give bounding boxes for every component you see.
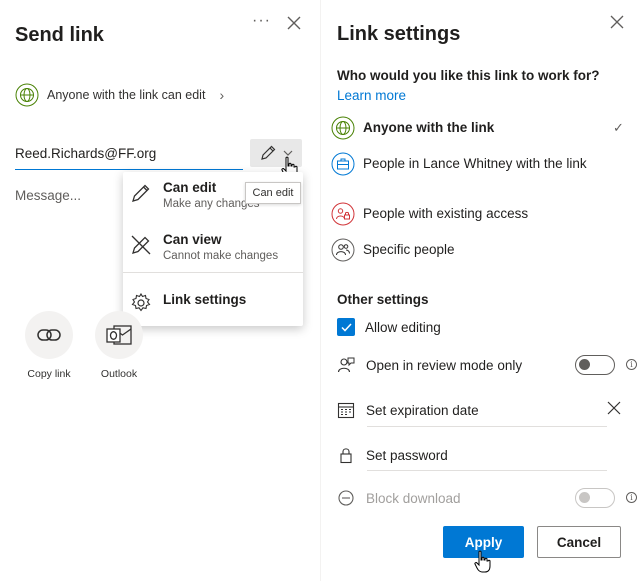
more-options-button[interactable]: ···: [252, 12, 271, 30]
menu-item-subtitle: Cannot make changes: [163, 250, 279, 262]
outlook-icon: [106, 325, 132, 345]
send-link-panel: Send link ··· Anyone with the link can e…: [0, 0, 320, 581]
menu-item-can-view[interactable]: Can view Cannot make changes: [123, 232, 303, 262]
audience-question: Who would you like this link to work for…: [337, 68, 600, 83]
copy-link-button[interactable]: Copy link: [19, 311, 79, 380]
expiration-date-row: Set expiration date: [337, 399, 627, 421]
no-edit-icon: [131, 235, 151, 255]
info-icon[interactable]: i: [626, 359, 637, 370]
pencil-icon: [260, 145, 275, 160]
close-icon[interactable]: [609, 14, 625, 30]
allow-editing-checkbox[interactable]: Allow editing: [337, 318, 627, 336]
review-mode-label: Open in review mode only: [366, 357, 523, 373]
allow-editing-label: Allow editing: [365, 319, 441, 335]
close-icon[interactable]: [285, 14, 303, 32]
option-organization[interactable]: People in Lance Whitney with the link: [321, 152, 638, 176]
checkmark-icon: ✓: [613, 120, 624, 135]
expiration-underline: [367, 426, 607, 427]
lock-icon: [340, 448, 352, 464]
option-label: Specific people: [363, 242, 455, 257]
link-scope-text: Anyone with the link can edit: [47, 88, 206, 102]
option-existing-access[interactable]: People with existing access: [321, 202, 638, 226]
menu-divider: [123, 272, 303, 273]
cursor-hand-icon: [474, 550, 491, 573]
link-settings-title: Link settings: [337, 23, 461, 45]
share-app-label: Outlook: [100, 368, 138, 380]
info-icon[interactable]: i: [626, 492, 637, 503]
menu-item-link-settings[interactable]: Link settings: [123, 290, 303, 314]
menu-item-title: Can view: [163, 232, 222, 247]
review-mode-icon: [337, 357, 355, 373]
message-input[interactable]: Message...: [15, 188, 81, 203]
globe-icon: [331, 116, 355, 140]
send-link-title: Send link: [15, 24, 104, 46]
block-download-label: Block download: [366, 490, 461, 506]
password-underline: [367, 470, 607, 471]
option-label: People in Lance Whitney with the link: [363, 156, 587, 171]
globe-icon: [15, 83, 39, 107]
briefcase-icon: [331, 152, 355, 176]
link-scope-selector[interactable]: Anyone with the link can edit ›: [15, 82, 224, 108]
option-specific-people[interactable]: Specific people: [321, 238, 638, 262]
chevron-right-icon: ›: [219, 87, 225, 103]
checkbox-checked-icon: [337, 318, 355, 336]
recipient-email: Reed.Richards@FF.org: [15, 146, 157, 161]
option-anyone[interactable]: Anyone with the link ✓: [321, 116, 638, 140]
block-download-row: Block download i: [337, 487, 637, 509]
outlook-button[interactable]: Outlook: [89, 311, 149, 380]
clear-icon[interactable]: [607, 401, 621, 415]
password-row: Set password: [337, 444, 627, 466]
people-lock-icon: [331, 202, 355, 226]
other-settings-heading: Other settings: [337, 292, 429, 307]
people-icon: [331, 238, 355, 262]
link-settings-panel: Link settings Who would you like this li…: [321, 0, 638, 581]
option-label: People with existing access: [363, 206, 529, 221]
link-icon: [37, 329, 61, 341]
review-mode-toggle[interactable]: [575, 355, 615, 375]
share-app-label: Copy link: [27, 368, 71, 380]
expiration-date-input[interactable]: Set expiration date: [366, 403, 479, 418]
block-icon: [338, 490, 354, 506]
pencil-icon: [132, 184, 150, 202]
tooltip: Can edit: [245, 182, 301, 204]
password-input[interactable]: Set password: [366, 448, 448, 463]
cancel-button[interactable]: Cancel: [537, 526, 621, 558]
block-download-toggle[interactable]: [575, 488, 615, 508]
review-mode-row: Open in review mode only i: [337, 354, 637, 376]
recipient-input[interactable]: Reed.Richards@FF.org: [15, 140, 243, 170]
menu-item-title: Link settings: [163, 292, 247, 307]
calendar-icon: [337, 402, 355, 419]
learn-more-link[interactable]: Learn more: [337, 88, 406, 103]
option-label: Anyone with the link: [363, 120, 495, 135]
